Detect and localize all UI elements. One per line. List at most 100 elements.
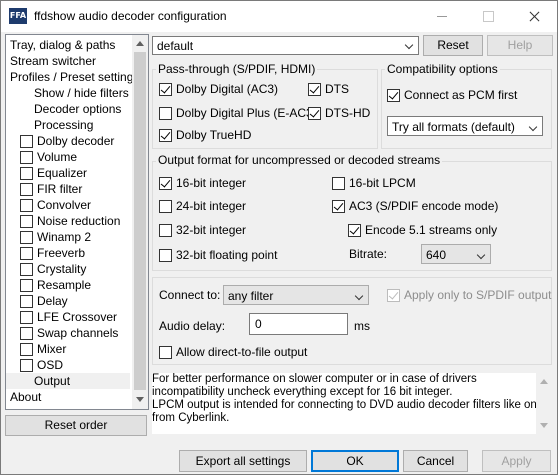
connect-pcm-label: Connect as PCM first <box>404 88 518 102</box>
checkbox-icon[interactable] <box>20 311 33 324</box>
tree-scrollbar[interactable] <box>132 35 148 409</box>
tree-item-label: Delay <box>37 294 68 308</box>
formats-select[interactable]: Try all formats (default) <box>387 116 543 136</box>
tree-item-label: Convolver <box>37 198 92 212</box>
int24-label: 24-bit integer <box>176 199 247 213</box>
scroll-down-icon[interactable] <box>136 397 144 402</box>
info-line: from Cyberlink. <box>152 412 230 424</box>
float32-label: 32-bit floating point <box>176 248 278 262</box>
scroll-up-icon <box>540 379 548 384</box>
tree-item-label: Winamp 2 <box>37 230 92 244</box>
preset-select[interactable]: default <box>152 36 419 55</box>
export-all-settings-button[interactable]: Export all settings <box>179 450 307 472</box>
reset-button[interactable]: Reset <box>423 35 483 56</box>
bitrate-label: Bitrate: <box>349 247 388 261</box>
maximize-icon <box>465 1 511 32</box>
output-format-group-title: Output format for uncompressed or decode… <box>156 153 443 167</box>
checkbox-icon <box>332 177 345 190</box>
bitrate-select-value: 640 <box>426 248 447 262</box>
checkbox-icon <box>159 346 172 359</box>
encode51-label: Encode 5.1 streams only <box>365 223 498 237</box>
tree-item-label: Output <box>34 374 71 388</box>
audio-delay-unit: ms <box>354 319 370 333</box>
tree-item-label: Tray, dialog & paths <box>10 38 116 52</box>
checkbox-icon <box>332 200 345 213</box>
ffdshow-app-icon: FFA <box>9 8 27 24</box>
chevron-down-icon <box>478 252 485 259</box>
connect-to-select-value: any filter <box>228 289 274 303</box>
checkbox-icon <box>159 224 172 237</box>
checkbox-icon <box>159 107 172 120</box>
tree-item-label: OSD <box>37 358 64 372</box>
window-title: ffdshow audio decoder configuration <box>34 9 227 23</box>
checkbox-icon <box>159 200 172 213</box>
tree-item-label: Profiles / Preset settings <box>10 70 140 84</box>
dts-label: DTS <box>325 82 349 96</box>
chevron-down-icon <box>406 42 413 49</box>
lpcm16-label: 16-bit LPCM <box>349 176 416 190</box>
tree-item-label: About <box>10 390 42 404</box>
checkbox-icon[interactable] <box>20 343 33 356</box>
info-text-box[interactable]: For better performance on slower compute… <box>152 373 544 434</box>
checkbox-icon[interactable] <box>20 295 33 308</box>
ok-button[interactable]: OK <box>311 450 399 472</box>
checkbox-icon[interactable] <box>20 359 33 372</box>
close-icon[interactable] <box>511 1 557 32</box>
tree-item-label: Resample <box>37 278 92 292</box>
checkbox-icon <box>159 129 172 142</box>
checkbox-icon[interactable] <box>20 167 33 180</box>
settings-tree[interactable]: Tray, dialog & paths Stream switcher Profi… <box>5 34 149 410</box>
checkbox-icon[interactable] <box>20 263 33 276</box>
ac3-encode-label: AC3 (S/PDIF encode mode) <box>349 199 499 213</box>
reset-order-button[interactable]: Reset order <box>5 415 147 436</box>
tree-item-label: Processing <box>34 118 94 132</box>
info-line: For better performance on slower compute… <box>152 373 477 385</box>
compat-group <box>381 69 552 149</box>
scroll-up-icon[interactable] <box>136 41 144 46</box>
audio-delay-value: 0 <box>255 317 262 331</box>
bitrate-select[interactable]: 640 <box>421 244 491 264</box>
checkbox-icon[interactable] <box>20 247 33 260</box>
apply-spdif-label: Apply only to S/PDIF output <box>404 288 552 302</box>
chevron-down-icon <box>356 293 363 300</box>
checkbox-icon <box>308 107 321 120</box>
tree-item-label: Equalizer <box>37 166 88 180</box>
checkbox-icon[interactable] <box>20 135 33 148</box>
connect-to-label: Connect to: <box>159 288 221 302</box>
audio-delay-label: Audio delay: <box>159 319 226 333</box>
apply-button[interactable]: Apply <box>482 450 551 472</box>
info-line: LPCM output is intended for connecting t… <box>152 399 544 411</box>
tree-item[interactable]: Output <box>6 373 130 389</box>
minimize-icon <box>419 1 465 32</box>
checkbox-icon <box>308 83 321 96</box>
tree-item-label: Show / hide filters <box>34 86 129 100</box>
audio-delay-input[interactable]: 0 <box>249 313 348 335</box>
checkbox-icon[interactable] <box>20 215 33 228</box>
checkbox-icon[interactable] <box>20 199 33 212</box>
tree-item-label: Decoder options <box>34 102 122 116</box>
int16-label: 16-bit integer <box>176 176 247 190</box>
compat-group-title: Compatibility options <box>385 62 500 76</box>
title-bar[interactable]: FFA ffdshow audio decoder configuration <box>1 1 557 32</box>
checkbox-icon[interactable] <box>20 327 33 340</box>
scroll-thumb[interactable] <box>134 52 146 390</box>
tree-item-label: Mixer <box>37 342 67 356</box>
cancel-button[interactable]: Cancel <box>403 450 468 472</box>
checkbox-icon[interactable] <box>20 183 33 196</box>
direct-to-file-label: Allow direct-to-file output <box>176 345 308 359</box>
checkbox-icon[interactable] <box>20 151 33 164</box>
tree-item-label: Crystality <box>37 262 87 276</box>
preset-select-value: default <box>157 39 194 53</box>
checkbox-icon <box>387 289 400 302</box>
formats-select-value: Try all formats (default) <box>392 120 515 134</box>
checkbox-icon[interactable] <box>20 231 33 244</box>
connect-to-select[interactable]: any filter <box>223 285 369 305</box>
info-scrollbar[interactable] <box>536 373 553 434</box>
dialog-window: FFA ffdshow audio decoder configuration … <box>0 0 558 475</box>
tree-item-label: Dolby decoder <box>37 134 115 148</box>
tree-item-label: FIR filter <box>37 182 83 196</box>
checkbox-icon[interactable] <box>20 279 33 292</box>
dolby-truehd-label: Dolby TrueHD <box>176 128 252 142</box>
checkbox-icon <box>387 89 400 102</box>
help-button[interactable]: Help <box>487 35 553 56</box>
